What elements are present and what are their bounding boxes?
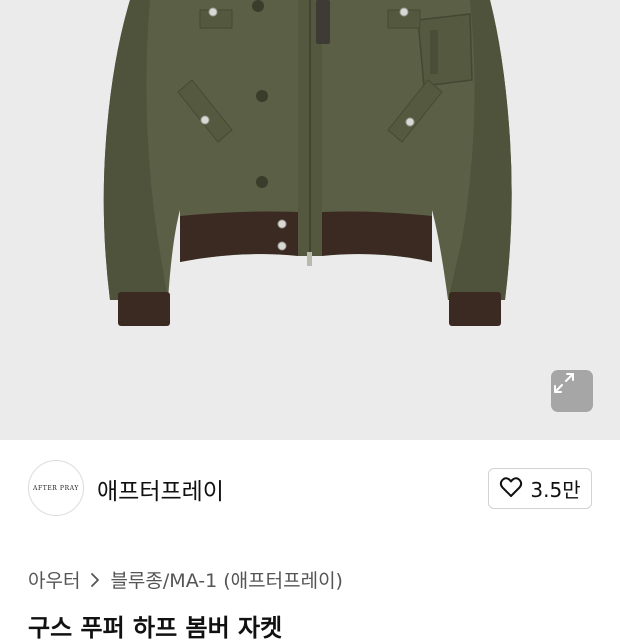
breadcrumb-subcategory[interactable]: 블루종/MA-1 (애프터프레이) (110, 566, 343, 593)
like-count: 3.5만 (530, 478, 581, 502)
product-title: 구스 푸퍼 하프 봄버 자켓 (28, 614, 283, 642)
brand-logo[interactable]: AFTER PRAY (28, 460, 84, 516)
like-button[interactable]: 3.5만 (488, 468, 592, 509)
product-image[interactable] (0, 0, 620, 440)
breadcrumb: 아우터 블루종/MA-1 (애프터프레이) (28, 566, 343, 593)
brand-name[interactable]: 애프터프레이 (97, 472, 224, 506)
expand-image-button[interactable] (551, 370, 593, 412)
heart-outline-icon (499, 476, 523, 502)
breadcrumb-category[interactable]: 아우터 (28, 566, 80, 593)
jacket-photo (103, 0, 512, 326)
brand-logo-text: AFTER PRAY (33, 484, 79, 492)
chevron-right-icon (90, 572, 100, 588)
